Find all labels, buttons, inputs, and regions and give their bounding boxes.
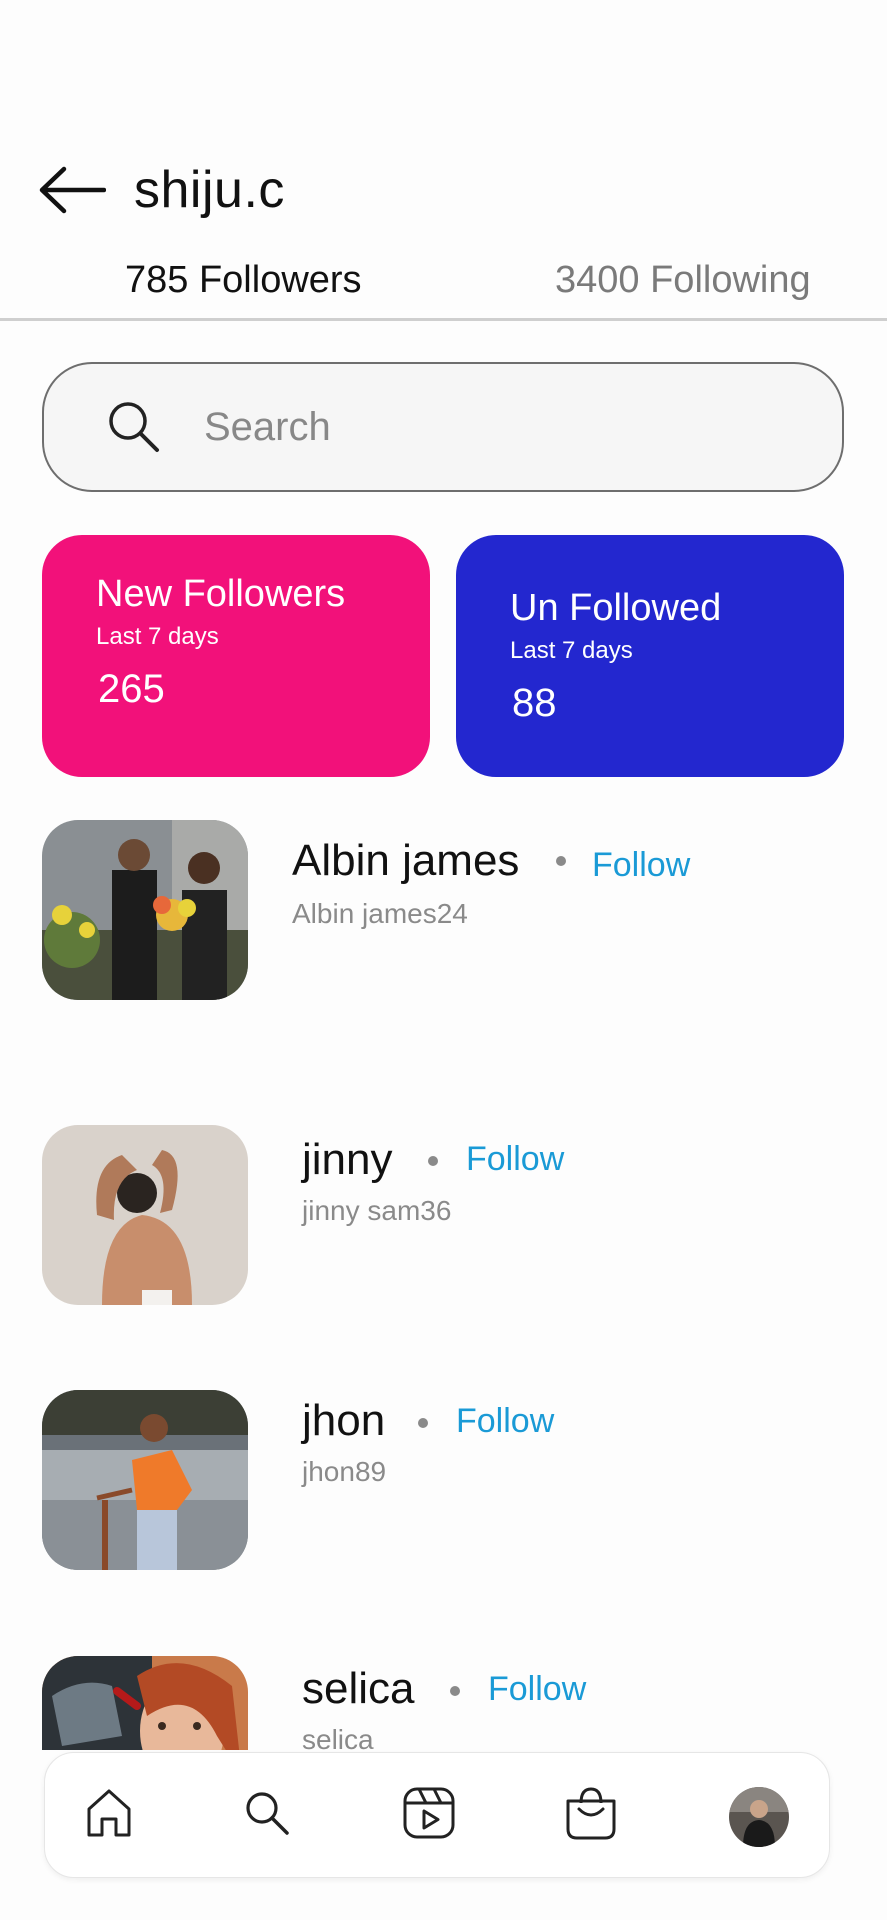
search-icon (246, 1792, 289, 1835)
reels-icon (403, 1787, 455, 1839)
user-handle: jinny sam36 (302, 1195, 452, 1226)
follow-button[interactable]: Follow (592, 846, 690, 885)
separator-dot (556, 856, 566, 866)
list-item[interactable]: jhon Follow jhon89 (42, 1390, 862, 1570)
nav-home[interactable] (79, 1781, 139, 1845)
user-handle: jhon89 (302, 1456, 387, 1487)
shop-icon (566, 1787, 616, 1840)
separator-dot (428, 1156, 438, 1166)
user-handle: Albin james24 (292, 898, 468, 929)
user-name[interactable]: selica (302, 1664, 415, 1714)
follow-button[interactable]: Follow (466, 1140, 564, 1179)
nav-shop[interactable] (561, 1781, 621, 1845)
follower-list[interactable]: Albin james Follow Albin james24 jinny F… (0, 0, 887, 1750)
list-item[interactable]: selica Follow selica (42, 1656, 862, 1750)
avatar[interactable] (42, 1125, 248, 1305)
avatar[interactable] (42, 1656, 248, 1750)
separator-dot (418, 1418, 428, 1428)
home-icon (87, 1789, 131, 1837)
nav-profile-avatar[interactable] (729, 1787, 789, 1847)
follow-button[interactable]: Follow (488, 1670, 586, 1709)
nav-search[interactable] (237, 1781, 297, 1845)
user-name[interactable]: jhon (302, 1396, 385, 1446)
list-item[interactable]: Albin james Follow Albin james24 (42, 820, 862, 1000)
user-name[interactable]: jinny (302, 1135, 393, 1185)
nav-reels[interactable] (399, 1781, 459, 1845)
user-handle: selica (302, 1724, 374, 1750)
avatar[interactable] (42, 820, 248, 1000)
list-item[interactable]: jinny Follow jinny sam36 (42, 1125, 862, 1305)
user-name[interactable]: Albin james (292, 836, 519, 886)
separator-dot (450, 1686, 460, 1696)
bottom-nav (44, 1752, 830, 1878)
follow-button[interactable]: Follow (456, 1402, 554, 1441)
avatar[interactable] (42, 1390, 248, 1570)
